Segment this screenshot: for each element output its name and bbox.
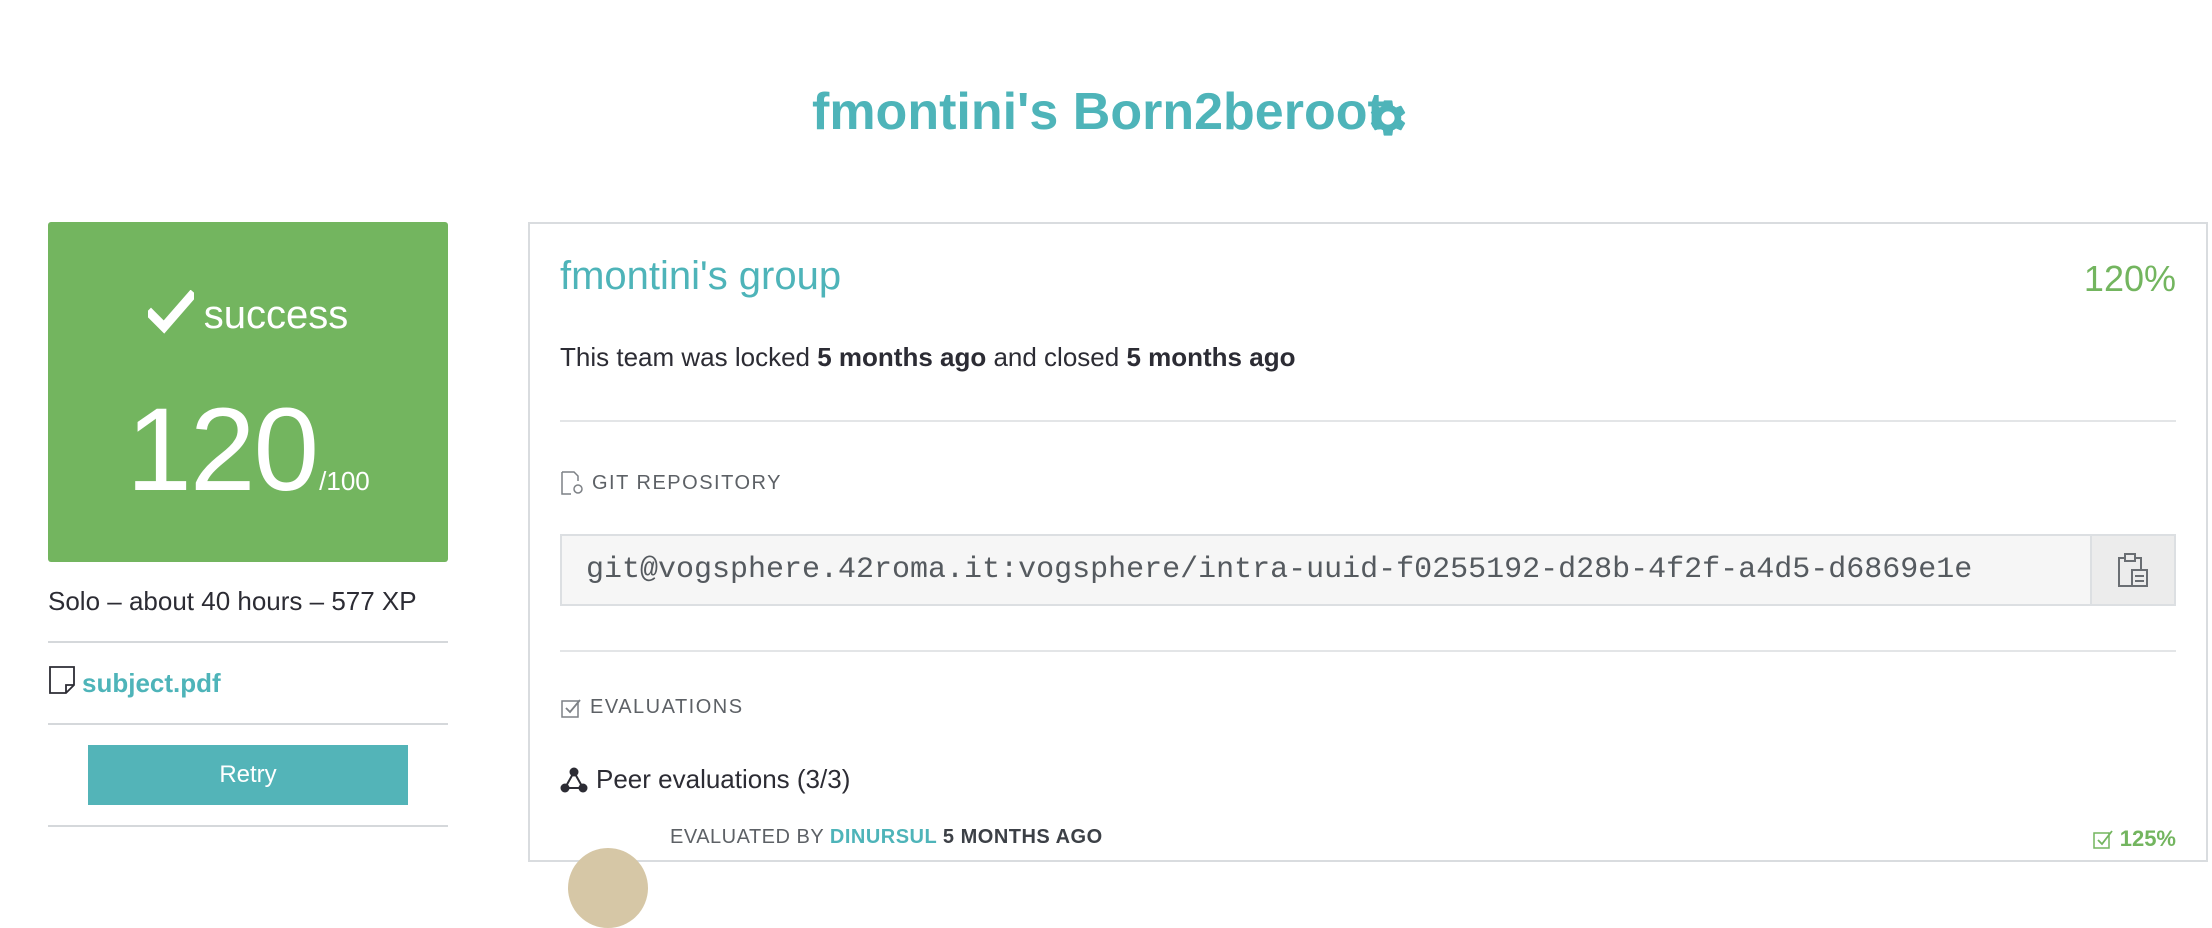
evaluations-label: EVALUATIONS	[560, 696, 744, 719]
status-card: success 120/100	[48, 222, 448, 562]
check-icon	[2092, 830, 2113, 849]
status-line: success	[48, 290, 448, 338]
project-meta: Solo – about 40 hours – 577 XP	[48, 586, 448, 643]
check-icon	[147, 290, 194, 334]
repo-url-box: git@vogsphere.42roma.it:vogsphere/intra-…	[560, 534, 2176, 606]
subject-row: subject.pdf	[48, 643, 448, 725]
file-link-icon	[561, 471, 583, 495]
status-text: success	[203, 293, 349, 337]
score-line: 120/100	[48, 382, 448, 518]
evaluations-text: EVALUATIONS	[590, 696, 744, 718]
retry-button[interactable]: Retry	[88, 745, 408, 805]
evaluation-grade: 125%	[2092, 826, 2176, 852]
retry-row: Retry	[48, 725, 448, 827]
git-repository-label: GIT REPOSITORY	[560, 470, 782, 496]
evaluation-grade-value: 125%	[2119, 826, 2176, 851]
checkbox-icon	[561, 698, 581, 718]
closed-time: 5 months ago	[1126, 342, 1296, 372]
repo-url-field[interactable]: git@vogsphere.42roma.it:vogsphere/intra-…	[562, 536, 2090, 604]
divider	[560, 650, 2176, 652]
project-sidebar: success 120/100 Solo – about 40 hours – …	[48, 222, 448, 827]
page-header: fmontini's Born2beroot	[0, 0, 2212, 200]
lock-status: This team was locked 5 months ago and cl…	[560, 342, 1295, 373]
peer-evaluations-text: Peer evaluations (3/3)	[596, 764, 851, 794]
clipboard-icon	[2118, 553, 2148, 587]
evaluated-by-label: EVALUATED BY	[670, 826, 830, 848]
avatar[interactable]	[568, 848, 648, 928]
page-title: fmontini's Born2beroot	[812, 83, 1385, 141]
gear-icon[interactable]	[1366, 96, 1410, 140]
divider	[560, 420, 2176, 422]
file-icon	[49, 666, 75, 694]
evaluation-time: 5 MONTHS AGO	[936, 826, 1103, 848]
group-title: fmontini's group	[560, 254, 842, 298]
copy-button[interactable]	[2090, 536, 2174, 604]
score-max: /100	[319, 466, 370, 496]
evaluation-row: EVALUATED BY DINURSUL 5 MONTHS AGO 125%	[560, 824, 2176, 928]
locked-time: 5 months ago	[817, 342, 987, 372]
group-grade: 120%	[2083, 258, 2176, 299]
evaluator-link[interactable]: DINURSUL	[830, 826, 937, 848]
score-value: 120	[126, 384, 319, 516]
network-icon	[560, 767, 588, 792]
peer-evaluations-heading: Peer evaluations (3/3)	[560, 764, 850, 795]
lock-prefix: This team was locked	[560, 342, 818, 372]
git-repository-text: GIT REPOSITORY	[592, 471, 782, 494]
group-panel: fmontini's group 120% This team was lock…	[528, 222, 2208, 928]
lock-middle: and closed	[986, 342, 1127, 372]
subject-pdf-link[interactable]: subject.pdf	[82, 668, 221, 699]
